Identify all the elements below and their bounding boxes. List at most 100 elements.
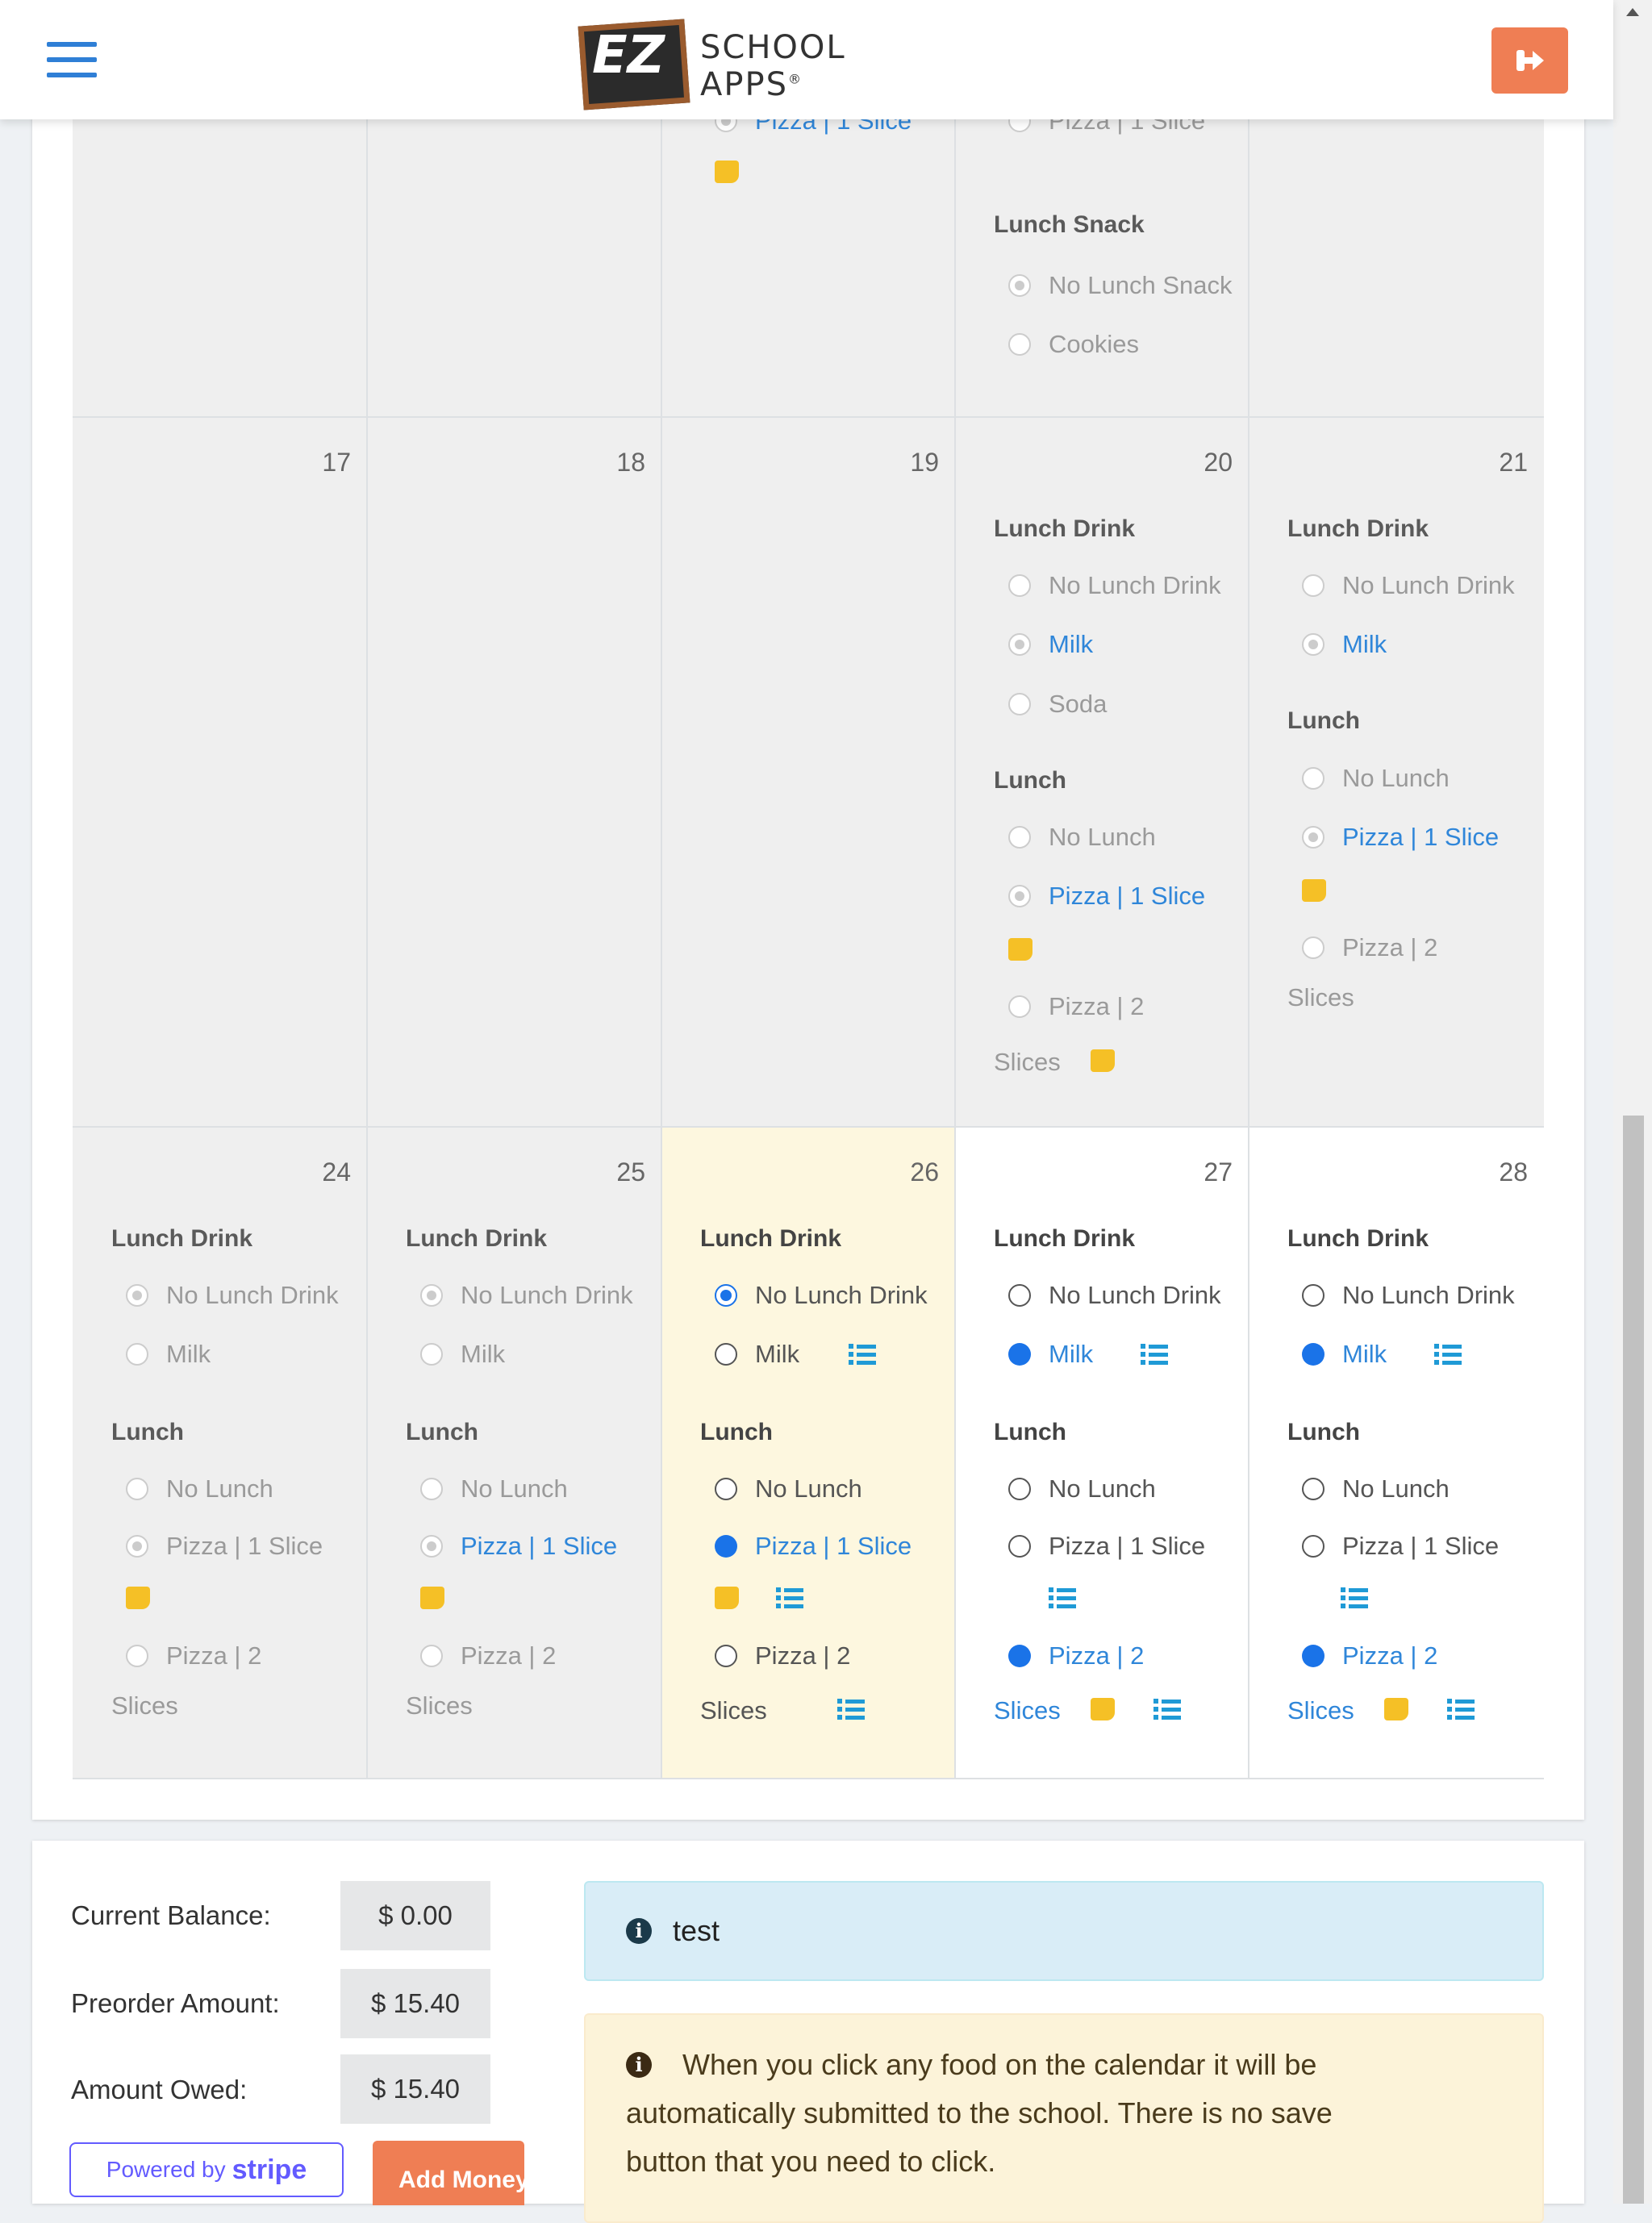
- lunch-option[interactable]: No Lunch: [715, 1474, 862, 1504]
- drink-option[interactable]: Soda: [1008, 690, 1107, 719]
- radio-button[interactable]: [420, 1343, 443, 1366]
- note-icon[interactable]: [1384, 1698, 1408, 1720]
- radio-button[interactable]: [715, 1535, 737, 1558]
- drink-option[interactable]: No Lunch Drink: [1302, 571, 1515, 600]
- lunch-option[interactable]: No Lunch: [1008, 823, 1156, 852]
- note-icon[interactable]: [1091, 1698, 1115, 1720]
- lunch-option[interactable]: No Lunch: [126, 1474, 273, 1504]
- note-icon[interactable]: [1302, 879, 1326, 902]
- radio-button[interactable]: [420, 1535, 443, 1558]
- snack-option[interactable]: Cookies: [1008, 330, 1139, 359]
- lunch-option[interactable]: No Lunch: [1302, 1474, 1450, 1504]
- scrollbar-thumb[interactable]: [1623, 1116, 1644, 2204]
- radio-button[interactable]: [1008, 633, 1031, 656]
- radio-button[interactable]: [126, 1535, 148, 1558]
- radio-button[interactable]: [1008, 885, 1031, 907]
- note-icon[interactable]: [715, 161, 739, 183]
- lunch-option[interactable]: No Lunch: [1008, 1474, 1156, 1504]
- logout-button[interactable]: [1491, 27, 1568, 94]
- radio-button[interactable]: [715, 1645, 737, 1667]
- drink-option-selected[interactable]: Milk: [1008, 1340, 1093, 1369]
- radio-button[interactable]: [1008, 1478, 1031, 1500]
- drink-option[interactable]: No Lunch Drink: [1008, 571, 1221, 600]
- radio-button[interactable]: [1302, 1343, 1325, 1366]
- radio-button[interactable]: [126, 1645, 148, 1667]
- drink-option[interactable]: Milk: [126, 1340, 211, 1369]
- radio-button[interactable]: [1008, 1284, 1031, 1307]
- lunch-option-selected[interactable]: Pizza | 2: [1302, 1641, 1437, 1670]
- radio-button[interactable]: [1302, 1645, 1325, 1667]
- lunch-option[interactable]: No Lunch: [420, 1474, 568, 1504]
- lunch-option-selected[interactable]: Pizza | 1 Slice: [1008, 882, 1205, 911]
- nutrition-list-icon[interactable]: [1141, 1343, 1168, 1366]
- drink-option[interactable]: No Lunch Drink: [1302, 1281, 1515, 1310]
- radio-button[interactable]: [715, 1343, 737, 1366]
- radio-button[interactable]: [715, 1284, 737, 1307]
- lunch-option[interactable]: Pizza | 1 Slice: [1008, 1532, 1205, 1561]
- drink-option[interactable]: No Lunch Drink: [126, 1281, 339, 1310]
- radio-button[interactable]: [1302, 826, 1325, 849]
- drink-option-selected[interactable]: Milk: [1008, 630, 1093, 659]
- radio-button[interactable]: [126, 1284, 148, 1307]
- nutrition-list-icon[interactable]: [1153, 1698, 1181, 1720]
- lunch-option[interactable]: Pizza | 2: [126, 1641, 261, 1670]
- radio-button[interactable]: [1302, 936, 1325, 959]
- radio-button[interactable]: [126, 1478, 148, 1500]
- drink-option-selected[interactable]: Milk: [1302, 630, 1387, 659]
- drink-option[interactable]: Milk: [420, 1340, 505, 1369]
- lunch-option[interactable]: Pizza | 2: [715, 1641, 850, 1670]
- nutrition-list-icon[interactable]: [1434, 1343, 1462, 1366]
- radio-button[interactable]: [1008, 995, 1031, 1018]
- radio-button[interactable]: [420, 1478, 443, 1500]
- lunch-option-selected[interactable]: Pizza | 2: [1008, 1641, 1144, 1670]
- radio-button[interactable]: [1008, 333, 1031, 356]
- lunch-option[interactable]: Pizza | 1 Slice: [1302, 1532, 1499, 1561]
- scroll-up-arrow-icon[interactable]: [1626, 8, 1639, 16]
- drink-option-selected[interactable]: No Lunch Drink: [715, 1281, 928, 1310]
- note-icon[interactable]: [126, 1587, 150, 1609]
- radio-button[interactable]: [1302, 767, 1325, 790]
- lunch-option-selected[interactable]: Pizza | 1 Slice: [420, 1532, 617, 1561]
- radio-button[interactable]: [1008, 693, 1031, 715]
- drink-option[interactable]: No Lunch Drink: [420, 1281, 633, 1310]
- snack-option[interactable]: No Lunch Snack: [1008, 271, 1232, 300]
- radio-button[interactable]: [420, 1645, 443, 1667]
- note-icon[interactable]: [420, 1587, 444, 1609]
- note-icon[interactable]: [1008, 938, 1032, 961]
- lunch-option[interactable]: Pizza | 2: [420, 1641, 556, 1670]
- radio-button[interactable]: [1302, 1478, 1325, 1500]
- radio-button[interactable]: [1008, 1535, 1031, 1558]
- radio-button[interactable]: [1008, 826, 1031, 849]
- radio-button[interactable]: [420, 1284, 443, 1307]
- lunch-option[interactable]: Pizza | 1 Slice: [126, 1532, 323, 1561]
- radio-button[interactable]: [1008, 274, 1031, 297]
- note-icon[interactable]: [1091, 1049, 1115, 1072]
- add-money-button[interactable]: Add Money: [373, 2141, 524, 2205]
- nutrition-list-icon[interactable]: [1341, 1587, 1368, 1609]
- radio-button[interactable]: [1302, 1284, 1325, 1307]
- note-icon[interactable]: [715, 1587, 739, 1609]
- radio-button[interactable]: [1008, 1645, 1031, 1667]
- hamburger-menu-icon[interactable]: [47, 42, 97, 77]
- drink-option-selected[interactable]: Milk: [1302, 1340, 1387, 1369]
- drink-option[interactable]: No Lunch Drink: [1008, 1281, 1221, 1310]
- lunch-option[interactable]: No Lunch: [1302, 764, 1450, 793]
- nutrition-list-icon[interactable]: [849, 1343, 876, 1366]
- lunch-option[interactable]: Pizza | 2: [1008, 992, 1144, 1021]
- radio-button[interactable]: [1302, 633, 1325, 656]
- radio-button[interactable]: [1302, 1535, 1325, 1558]
- radio-button[interactable]: [1008, 574, 1031, 597]
- drink-option[interactable]: Milk: [715, 1340, 799, 1369]
- nutrition-list-icon[interactable]: [776, 1587, 803, 1609]
- lunch-option-selected[interactable]: Pizza | 1 Slice: [1302, 823, 1499, 852]
- nutrition-list-icon[interactable]: [1447, 1698, 1475, 1720]
- lunch-option[interactable]: Pizza | 2: [1302, 933, 1437, 962]
- lunch-option-selected[interactable]: Pizza | 1 Slice: [715, 1532, 912, 1561]
- radio-button[interactable]: [715, 1478, 737, 1500]
- radio-button[interactable]: [1008, 1343, 1031, 1366]
- powered-by-stripe-badge[interactable]: Powered by stripe: [69, 2142, 344, 2197]
- nutrition-list-icon[interactable]: [837, 1698, 865, 1720]
- radio-button[interactable]: [126, 1343, 148, 1366]
- radio-button[interactable]: [1302, 574, 1325, 597]
- nutrition-list-icon[interactable]: [1049, 1587, 1076, 1609]
